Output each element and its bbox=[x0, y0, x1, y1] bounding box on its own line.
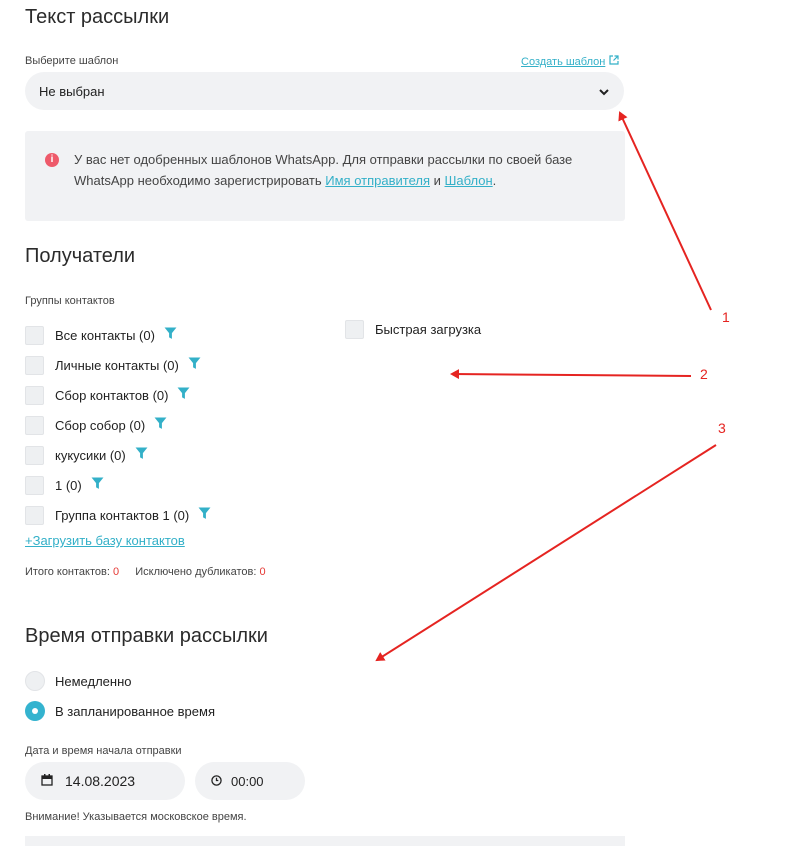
annotation-label-1: 1 bbox=[722, 309, 730, 325]
annotation-arrow-1 bbox=[618, 111, 712, 311]
annotation-arrow-2 bbox=[450, 369, 692, 380]
annotation-label-2: 2 bbox=[700, 366, 708, 382]
annotation-arrows bbox=[375, 111, 717, 662]
annotation-label-3: 3 bbox=[718, 420, 726, 436]
annotation-arrow-3 bbox=[375, 444, 717, 662]
